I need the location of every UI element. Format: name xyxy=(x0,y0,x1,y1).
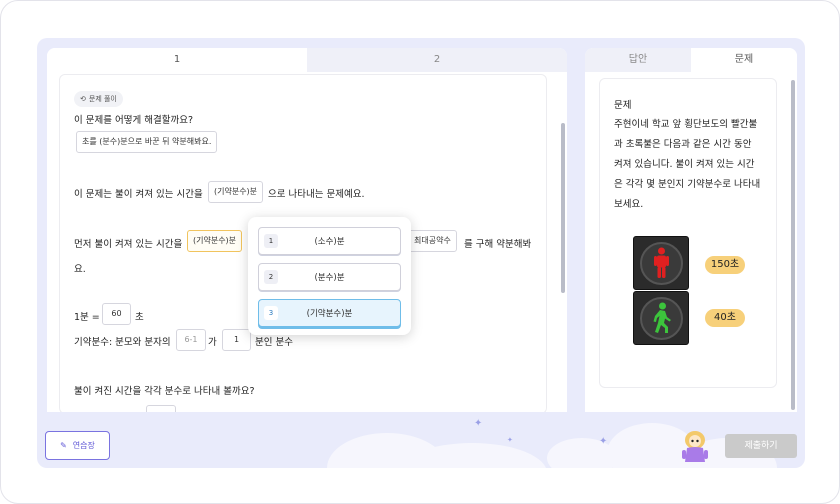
app-frame: 1 2 ⟲ 문제 풀이 이 문제를 어떻게 해결할까요? 초를 (분수)분으로 … xyxy=(0,0,840,504)
answer-box-gcd[interactable]: 최대공약수 xyxy=(408,230,457,252)
problem-title: 문제 xyxy=(614,100,632,111)
option-number: 1 xyxy=(264,234,278,248)
dropdown-option-3[interactable]: 3 (기약분수)분 xyxy=(258,299,401,327)
tab-2[interactable]: 2 xyxy=(307,48,567,72)
line-3-cont: 요. xyxy=(74,264,86,275)
problem-tabs: 답안 문제 xyxy=(585,48,797,72)
practice-pad-button[interactable]: ✎ 연습장 xyxy=(45,431,110,460)
unit-dropdown: 1 (소수)분 2 (분수)분 3 (기약분수)분 xyxy=(248,217,411,335)
partial-box[interactable] xyxy=(146,405,176,412)
solution-tabs: 1 2 xyxy=(47,48,567,72)
option-label: (분수)분 xyxy=(314,273,345,283)
green-lamp xyxy=(640,297,683,340)
option-number: 2 xyxy=(264,270,278,284)
left-scrollbar[interactable] xyxy=(561,123,565,293)
tab-problem[interactable]: 문제 xyxy=(691,48,797,72)
eq-post: 초 xyxy=(135,312,144,323)
eq-pre: 1분 = xyxy=(74,312,100,323)
frac-pre: 기약분수: 분모와 분자의 xyxy=(74,337,171,348)
minute-seconds-box[interactable]: 60 xyxy=(102,303,131,325)
answer-box-form[interactable]: (기약분수)분 xyxy=(208,181,264,203)
frac-box-2[interactable]: 1 xyxy=(222,329,251,351)
hint-box: 초를 (분수)분으로 바꾼 뒤 약분해봐요. xyxy=(76,131,218,153)
question-1: 이 문제를 어떻게 해결할까요? xyxy=(74,115,193,126)
sparkle-icon: ✦ xyxy=(474,418,483,429)
problem-line: 주현이네 학교 앞 횡단보도의 빨간불 xyxy=(614,119,758,130)
red-lamp xyxy=(640,242,683,285)
edit-icon: ✎ xyxy=(60,441,67,450)
sparkle-icon: ✦ xyxy=(599,436,608,447)
workspace: 1 2 ⟲ 문제 풀이 이 문제를 어떻게 해결할까요? 초를 (분수)분으로 … xyxy=(37,38,805,468)
problem-line: 켜져 있습니다. 불이 켜져 있는 시간 xyxy=(614,159,755,170)
submit-button[interactable]: 제출하기 xyxy=(725,434,797,458)
green-light xyxy=(633,291,689,345)
refresh-icon: ⟲ xyxy=(80,95,86,103)
option-label: (기약분수)분 xyxy=(306,309,353,319)
line-2-pre: 이 문제는 불이 켜져 있는 시간을 xyxy=(74,189,203,200)
problem-card: 문제 주현이네 학교 앞 횡단보도의 빨간불 과 초록불은 다음과 같은 시간 … xyxy=(599,78,777,388)
tab-1[interactable]: 1 xyxy=(47,48,307,72)
option-label: (소수)분 xyxy=(314,237,345,247)
tab-answer[interactable]: 답안 xyxy=(585,48,691,72)
line-2-post: 으로 나타내는 문제예요. xyxy=(268,189,365,200)
solve-tag: ⟲ 문제 풀이 xyxy=(74,91,123,107)
problem-line: 과 초록불은 다음과 같은 시간 동안 xyxy=(614,139,752,150)
practice-label: 연습장 xyxy=(72,441,95,450)
dropdown-option-1[interactable]: 1 (소수)분 xyxy=(258,227,401,255)
frac-box-1[interactable]: 6-1 xyxy=(176,329,206,351)
dropdown-option-2[interactable]: 2 (분수)분 xyxy=(258,263,401,291)
line-3-pre: 먼저 불이 켜져 있는 시간을 xyxy=(74,239,183,250)
problem-panel: 답안 문제 문제 주현이네 학교 앞 횡단보도의 빨간불 과 초록불은 다음과 … xyxy=(585,48,797,412)
question-2: 불이 켜진 시간을 각각 분수로 나타내 볼까요? xyxy=(74,386,255,397)
option-number: 3 xyxy=(264,306,278,320)
green-walking-person-icon xyxy=(653,302,671,333)
right-scrollbar[interactable] xyxy=(791,80,795,410)
line-3-post: 를 구해 약분해봐 xyxy=(464,239,532,250)
mascot-icon xyxy=(682,431,708,462)
tag-label: 문제 풀이 xyxy=(88,95,117,103)
problem-text: 주현이네 학교 앞 횡단보도의 빨간불 과 초록불은 다음과 같은 시간 동안 … xyxy=(614,115,766,215)
green-duration-badge: 40초 xyxy=(705,309,745,327)
problem-line: 보세요. xyxy=(614,199,644,210)
frac-post: 분인 분수 xyxy=(255,337,293,348)
problem-line: 은 각각 몇 분인지 기약분수로 나타내 xyxy=(614,179,761,190)
frac-mid: 가 xyxy=(208,337,217,348)
red-duration-badge: 150초 xyxy=(705,256,745,274)
red-standing-person-icon xyxy=(654,247,669,278)
answer-box-selected[interactable]: (기약분수)분 xyxy=(187,230,243,252)
red-light xyxy=(633,236,689,290)
sparkle-icon: ✦ xyxy=(507,436,513,444)
